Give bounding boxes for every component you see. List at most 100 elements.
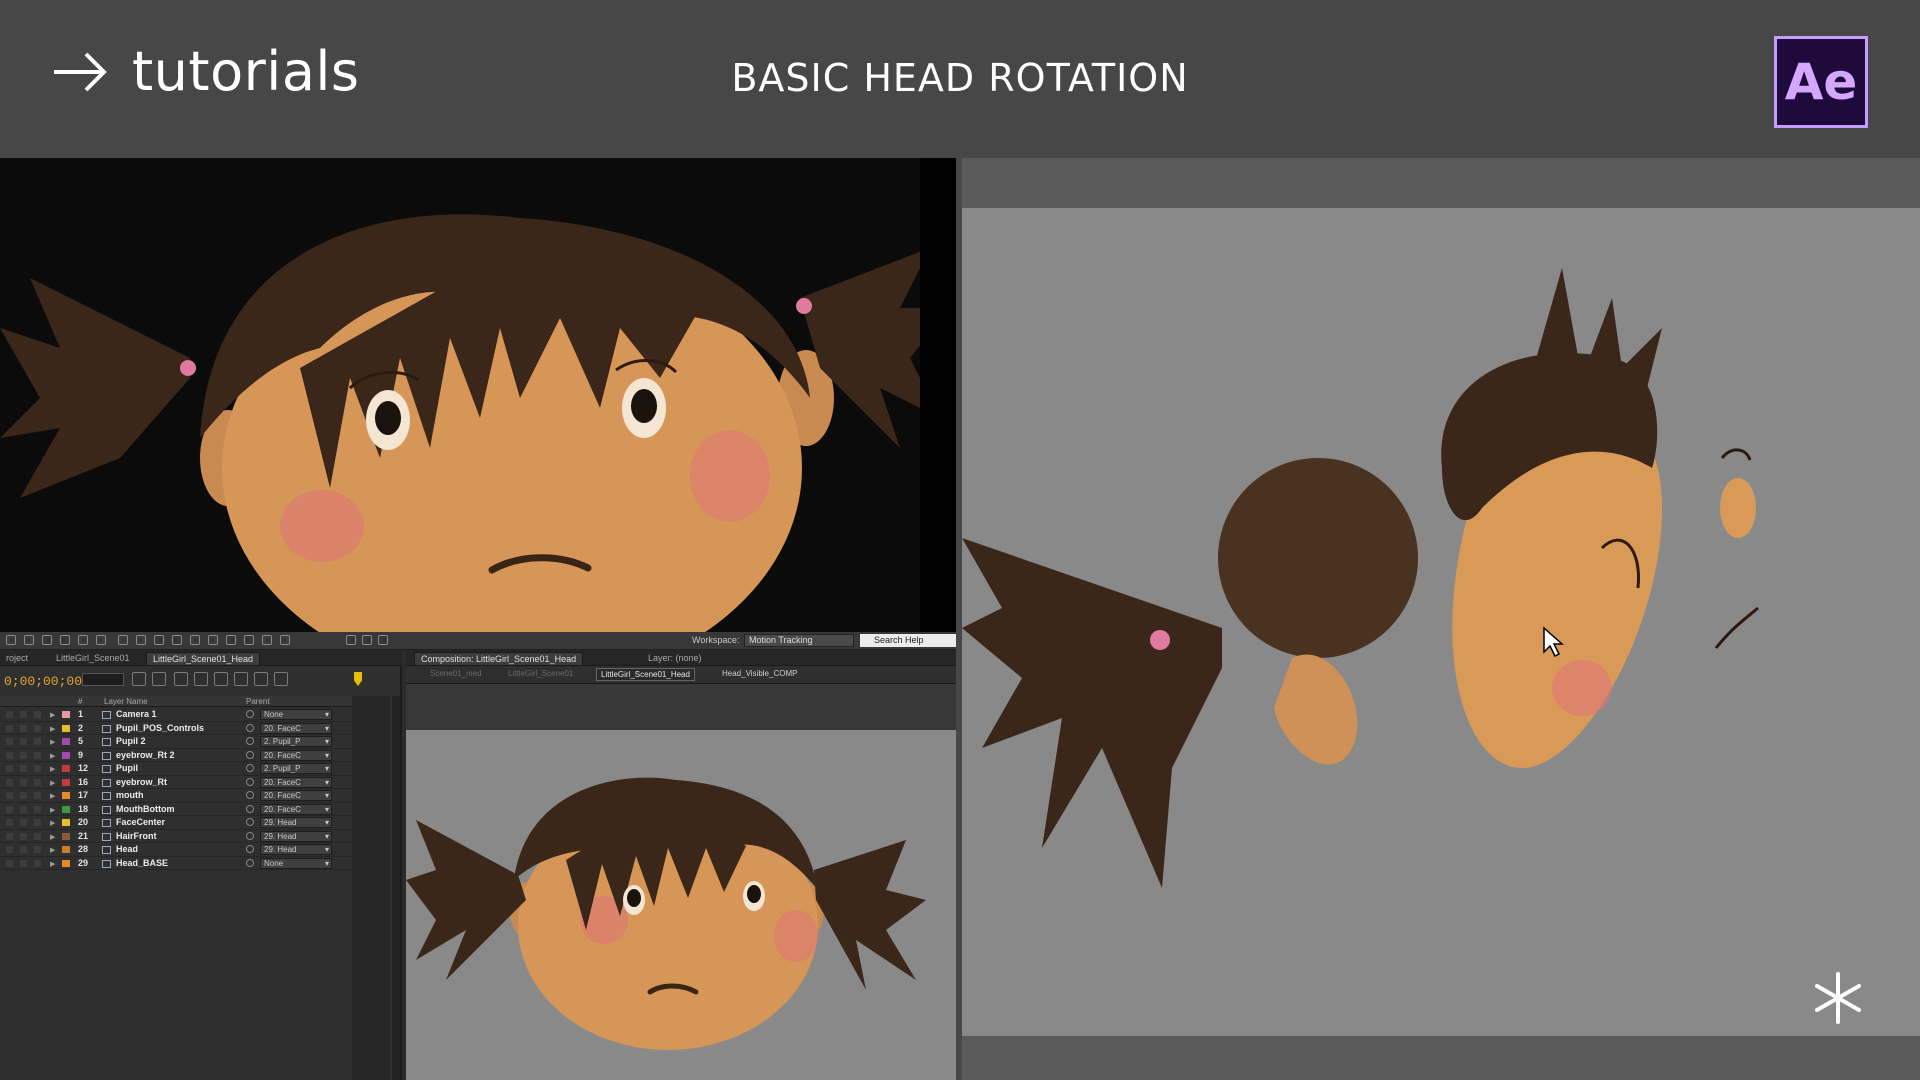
- parent-pickwhip-icon[interactable]: [246, 845, 254, 853]
- lock-switch[interactable]: [34, 805, 41, 813]
- visibility-eye-icon[interactable]: [6, 832, 13, 840]
- tab-project[interactable]: roject: [0, 652, 34, 665]
- composition-mini-flowchart-icon[interactable]: [132, 672, 146, 686]
- label-color-swatch[interactable]: [62, 765, 70, 772]
- layer-name[interactable]: Camera 1: [116, 708, 157, 721]
- local-axis-icon[interactable]: [346, 635, 356, 645]
- visibility-eye-icon[interactable]: [6, 765, 13, 772]
- layer-row[interactable]: ▶ 20 FaceCenter 29. Head: [0, 816, 390, 830]
- brush-tool-icon[interactable]: [172, 635, 182, 645]
- lock-switch[interactable]: [34, 724, 41, 732]
- visibility-eye-icon[interactable]: [6, 711, 13, 718]
- lock-switch[interactable]: [34, 738, 41, 745]
- selection-tool-icon[interactable]: [6, 635, 16, 645]
- layer-row[interactable]: ▶ 28 Head 29. Head: [0, 843, 390, 857]
- visibility-eye-icon[interactable]: [6, 846, 13, 853]
- label-color-swatch[interactable]: [62, 832, 70, 840]
- puppet-starch-tool-icon[interactable]: [262, 635, 272, 645]
- workspace-select[interactable]: Motion Tracking: [744, 634, 854, 647]
- crumb-scene01-med[interactable]: Scene01_med: [430, 669, 482, 678]
- frame-blending-icon[interactable]: [194, 672, 208, 686]
- parent-select[interactable]: 29. Head: [260, 844, 332, 855]
- solo-switch[interactable]: [20, 805, 27, 813]
- brainstorm-icon[interactable]: [234, 672, 248, 686]
- layer-search-input[interactable]: [82, 673, 124, 686]
- crumb-scene01[interactable]: LittleGirl_Scene01: [508, 669, 573, 678]
- tab-layer[interactable]: Layer: (none): [642, 652, 708, 665]
- layer-name[interactable]: FaceCenter: [116, 816, 165, 829]
- parent-pickwhip-icon[interactable]: [246, 818, 254, 826]
- visibility-eye-icon[interactable]: [6, 819, 13, 826]
- layer-row[interactable]: ▶ 16 eyebrow_Rt 20. FaceC: [0, 776, 390, 790]
- solo-switch[interactable]: [20, 819, 27, 826]
- layer-name[interactable]: MouthBottom: [116, 803, 174, 816]
- current-time-indicator[interactable]: [354, 672, 362, 686]
- tab-scene01[interactable]: LittleGirl_Scene01: [50, 652, 136, 665]
- eraser-tool-icon[interactable]: [208, 635, 218, 645]
- parent-select[interactable]: None: [260, 709, 332, 720]
- parent-pickwhip-icon[interactable]: [246, 764, 254, 772]
- solo-switch[interactable]: [20, 778, 27, 786]
- label-color-swatch[interactable]: [62, 846, 70, 853]
- parent-select[interactable]: 2. Pupil_P: [260, 763, 332, 774]
- expand-triangle-icon[interactable]: ▶: [50, 831, 55, 844]
- layer-name[interactable]: eyebrow_Rt: [116, 776, 167, 789]
- label-color-swatch[interactable]: [62, 805, 70, 813]
- label-color-swatch[interactable]: [62, 711, 70, 718]
- parent-pickwhip-icon[interactable]: [246, 737, 254, 745]
- crumb-scene01-head[interactable]: LittleGirl_Scene01_Head: [596, 668, 695, 681]
- label-color-swatch[interactable]: [62, 778, 70, 786]
- parent-select[interactable]: 2. Pupil_P: [260, 736, 332, 747]
- expand-triangle-icon[interactable]: ▶: [50, 858, 55, 871]
- graph-editor-icon[interactable]: [274, 672, 288, 686]
- type-tool-icon[interactable]: [154, 635, 164, 645]
- parent-pickwhip-icon[interactable]: [246, 710, 254, 718]
- layer-name[interactable]: eyebrow_Rt 2: [116, 749, 175, 762]
- timecode-display[interactable]: 0;00;00;00: [4, 674, 82, 689]
- solo-switch[interactable]: [20, 738, 27, 745]
- label-color-swatch[interactable]: [62, 738, 70, 745]
- visibility-eye-icon[interactable]: [6, 792, 13, 799]
- lock-switch[interactable]: [34, 819, 41, 826]
- layer-name[interactable]: Pupil 2: [116, 735, 146, 748]
- parent-pickwhip-icon[interactable]: [246, 750, 254, 759]
- composition-viewer[interactable]: [406, 730, 956, 1080]
- expand-triangle-icon[interactable]: ▶: [50, 736, 55, 749]
- layer-row[interactable]: ▶ 12 Pupil 2. Pupil_P: [0, 762, 390, 776]
- layer-row[interactable]: ▶ 18 MouthBottom 20. FaceC: [0, 803, 390, 816]
- parent-select[interactable]: 29. Head: [260, 817, 332, 828]
- parent-pickwhip-icon[interactable]: [246, 777, 254, 786]
- rectangle-tool-icon[interactable]: [118, 635, 128, 645]
- crumb-head-visible-comp[interactable]: Head_Visible_COMP: [722, 669, 797, 678]
- visibility-eye-icon[interactable]: [6, 805, 13, 813]
- parent-select[interactable]: 20. FaceC: [260, 803, 332, 815]
- layer-row[interactable]: ▶ 1 Camera 1 None: [0, 708, 390, 722]
- draft-3d-icon[interactable]: [152, 672, 166, 686]
- motion-blur-icon[interactable]: [214, 672, 228, 686]
- pen-tool-icon[interactable]: [136, 635, 146, 645]
- layer-name[interactable]: Pupil: [116, 762, 138, 775]
- layer-row[interactable]: ▶ 2 Pupil_POS_Controls 20. FaceC: [0, 722, 390, 735]
- parent-select[interactable]: 20. FaceC: [260, 790, 332, 801]
- expand-triangle-icon[interactable]: ▶: [50, 777, 55, 790]
- layer-row[interactable]: ▶ 5 Pupil 2 2. Pupil_P: [0, 735, 390, 749]
- expand-triangle-icon[interactable]: ▶: [50, 844, 55, 857]
- expand-triangle-icon[interactable]: ▶: [50, 750, 55, 763]
- timeline-track[interactable]: [352, 696, 390, 1080]
- lock-switch[interactable]: [34, 711, 41, 718]
- lock-switch[interactable]: [34, 846, 41, 853]
- puppet-pin-tool-icon[interactable]: [244, 635, 254, 645]
- view-axis-icon[interactable]: [378, 635, 388, 645]
- layer-row[interactable]: ▶ 21 HairFront 29. Head: [0, 830, 390, 844]
- parent-pickwhip-icon[interactable]: [246, 791, 254, 799]
- layer-name[interactable]: Head: [116, 843, 138, 856]
- solo-switch[interactable]: [20, 846, 27, 853]
- solo-switch[interactable]: [20, 792, 27, 799]
- visibility-eye-icon[interactable]: [6, 738, 13, 745]
- lock-switch[interactable]: [34, 792, 41, 799]
- solo-switch[interactable]: [20, 832, 27, 840]
- column-layer-name[interactable]: Layer Name: [104, 697, 148, 706]
- hand-tool-icon[interactable]: [24, 635, 34, 645]
- parent-pickwhip-icon[interactable]: [246, 858, 254, 867]
- layer-name[interactable]: Head_BASE: [116, 857, 168, 870]
